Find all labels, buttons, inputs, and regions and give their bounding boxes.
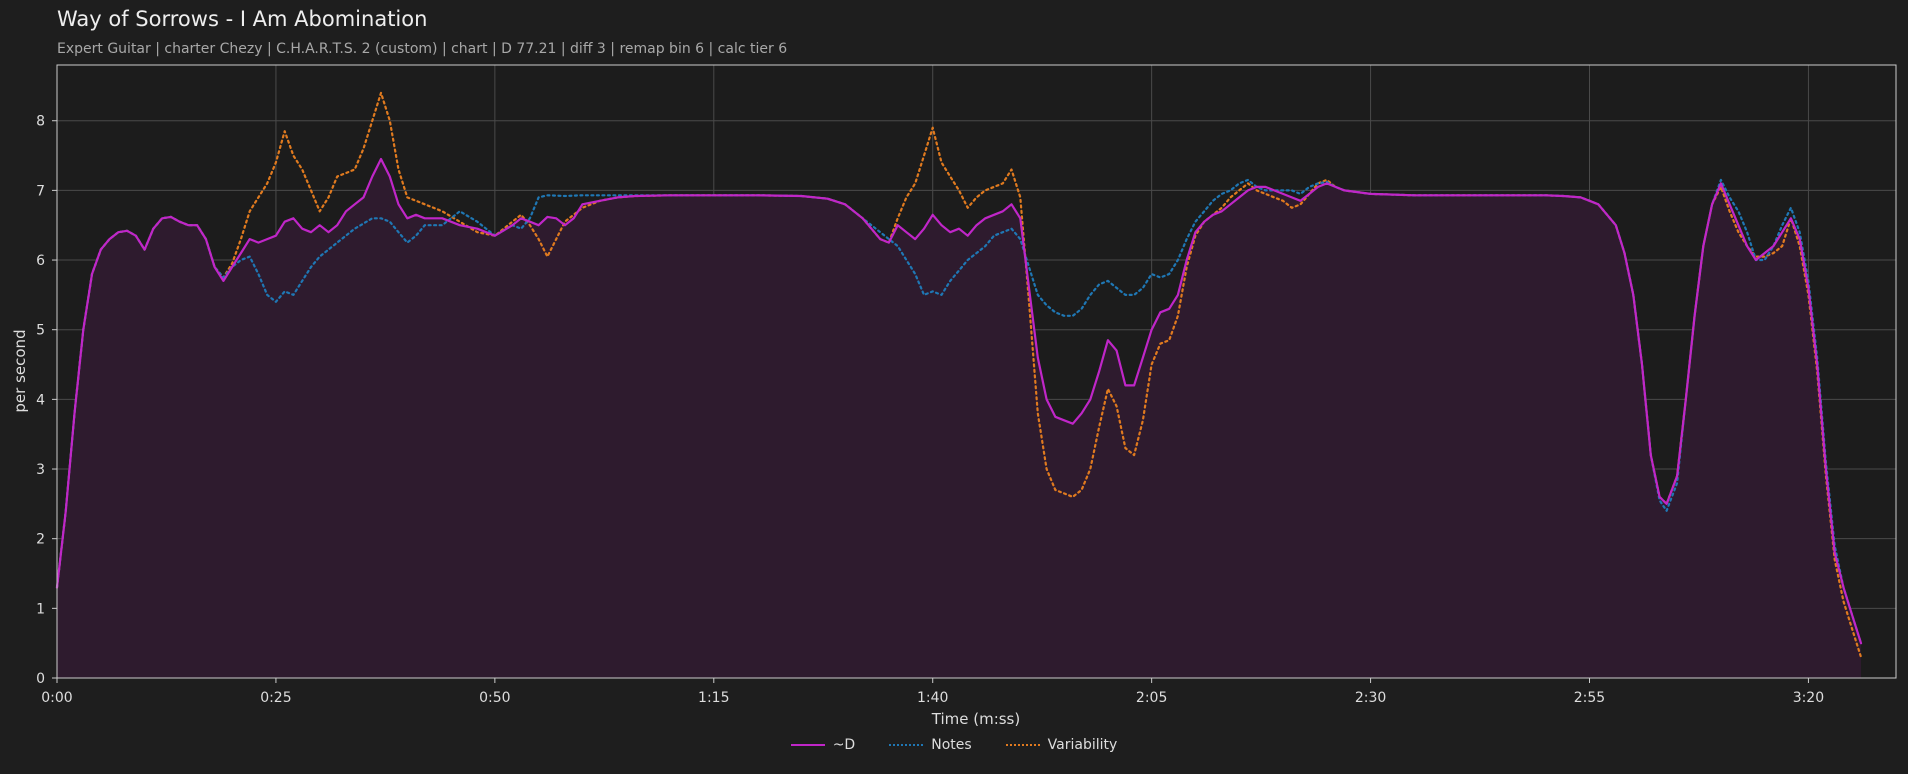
legend-item-notes: Notes: [889, 737, 972, 753]
x-tick-label: 0:00: [41, 690, 72, 706]
x-tick-label: 1:40: [917, 690, 948, 706]
x-tick-label: 3:20: [1793, 690, 1824, 706]
x-tick-label: 0:25: [260, 690, 291, 706]
legend-swatch-d: [790, 744, 825, 746]
legend-swatch-notes: [889, 744, 924, 746]
x-axis-ticks: 0:00 0:25 0:50 1:15 1:40 2:05 2:30 2:55 3:20: [41, 678, 1824, 706]
legend-label-variability: Variability: [1047, 737, 1118, 753]
d-area-fill: [57, 159, 1861, 678]
x-tick-label: 2:55: [1574, 690, 1605, 706]
legend: ~D Notes Variability: [0, 737, 1908, 753]
y-axis-label: per second: [11, 329, 29, 412]
y-tick-label: 3: [36, 462, 45, 478]
y-tick-label: 7: [36, 183, 45, 199]
legend-swatch-variability: [1005, 744, 1040, 746]
y-tick-label: 4: [36, 392, 45, 408]
legend-item-variability: Variability: [1005, 737, 1118, 753]
line-chart: 0:00 0:25 0:50 1:15 1:40 2:05 2:30 2:55 3:20 0 1 2…: [11, 64, 1897, 728]
y-tick-label: 2: [36, 532, 45, 548]
x-axis-label: Time (m:ss): [931, 710, 1020, 728]
x-tick-label: 2:05: [1136, 690, 1167, 706]
legend-item-d: ~D: [790, 737, 856, 753]
fill-layer: [57, 159, 1861, 678]
y-axis-ticks: 0 1 2 3 4 5 6 7 8: [36, 114, 57, 687]
x-tick-label: 1:15: [698, 690, 729, 706]
y-tick-label: 6: [36, 253, 45, 269]
legend-label-d: ~D: [832, 737, 856, 753]
y-tick-label: 0: [36, 671, 45, 687]
y-tick-label: 8: [36, 114, 45, 130]
x-tick-label: 2:30: [1355, 690, 1386, 706]
legend-label-notes: Notes: [931, 737, 972, 753]
y-tick-label: 5: [36, 323, 45, 339]
y-tick-label: 1: [36, 601, 45, 617]
x-tick-label: 0:50: [479, 690, 510, 706]
